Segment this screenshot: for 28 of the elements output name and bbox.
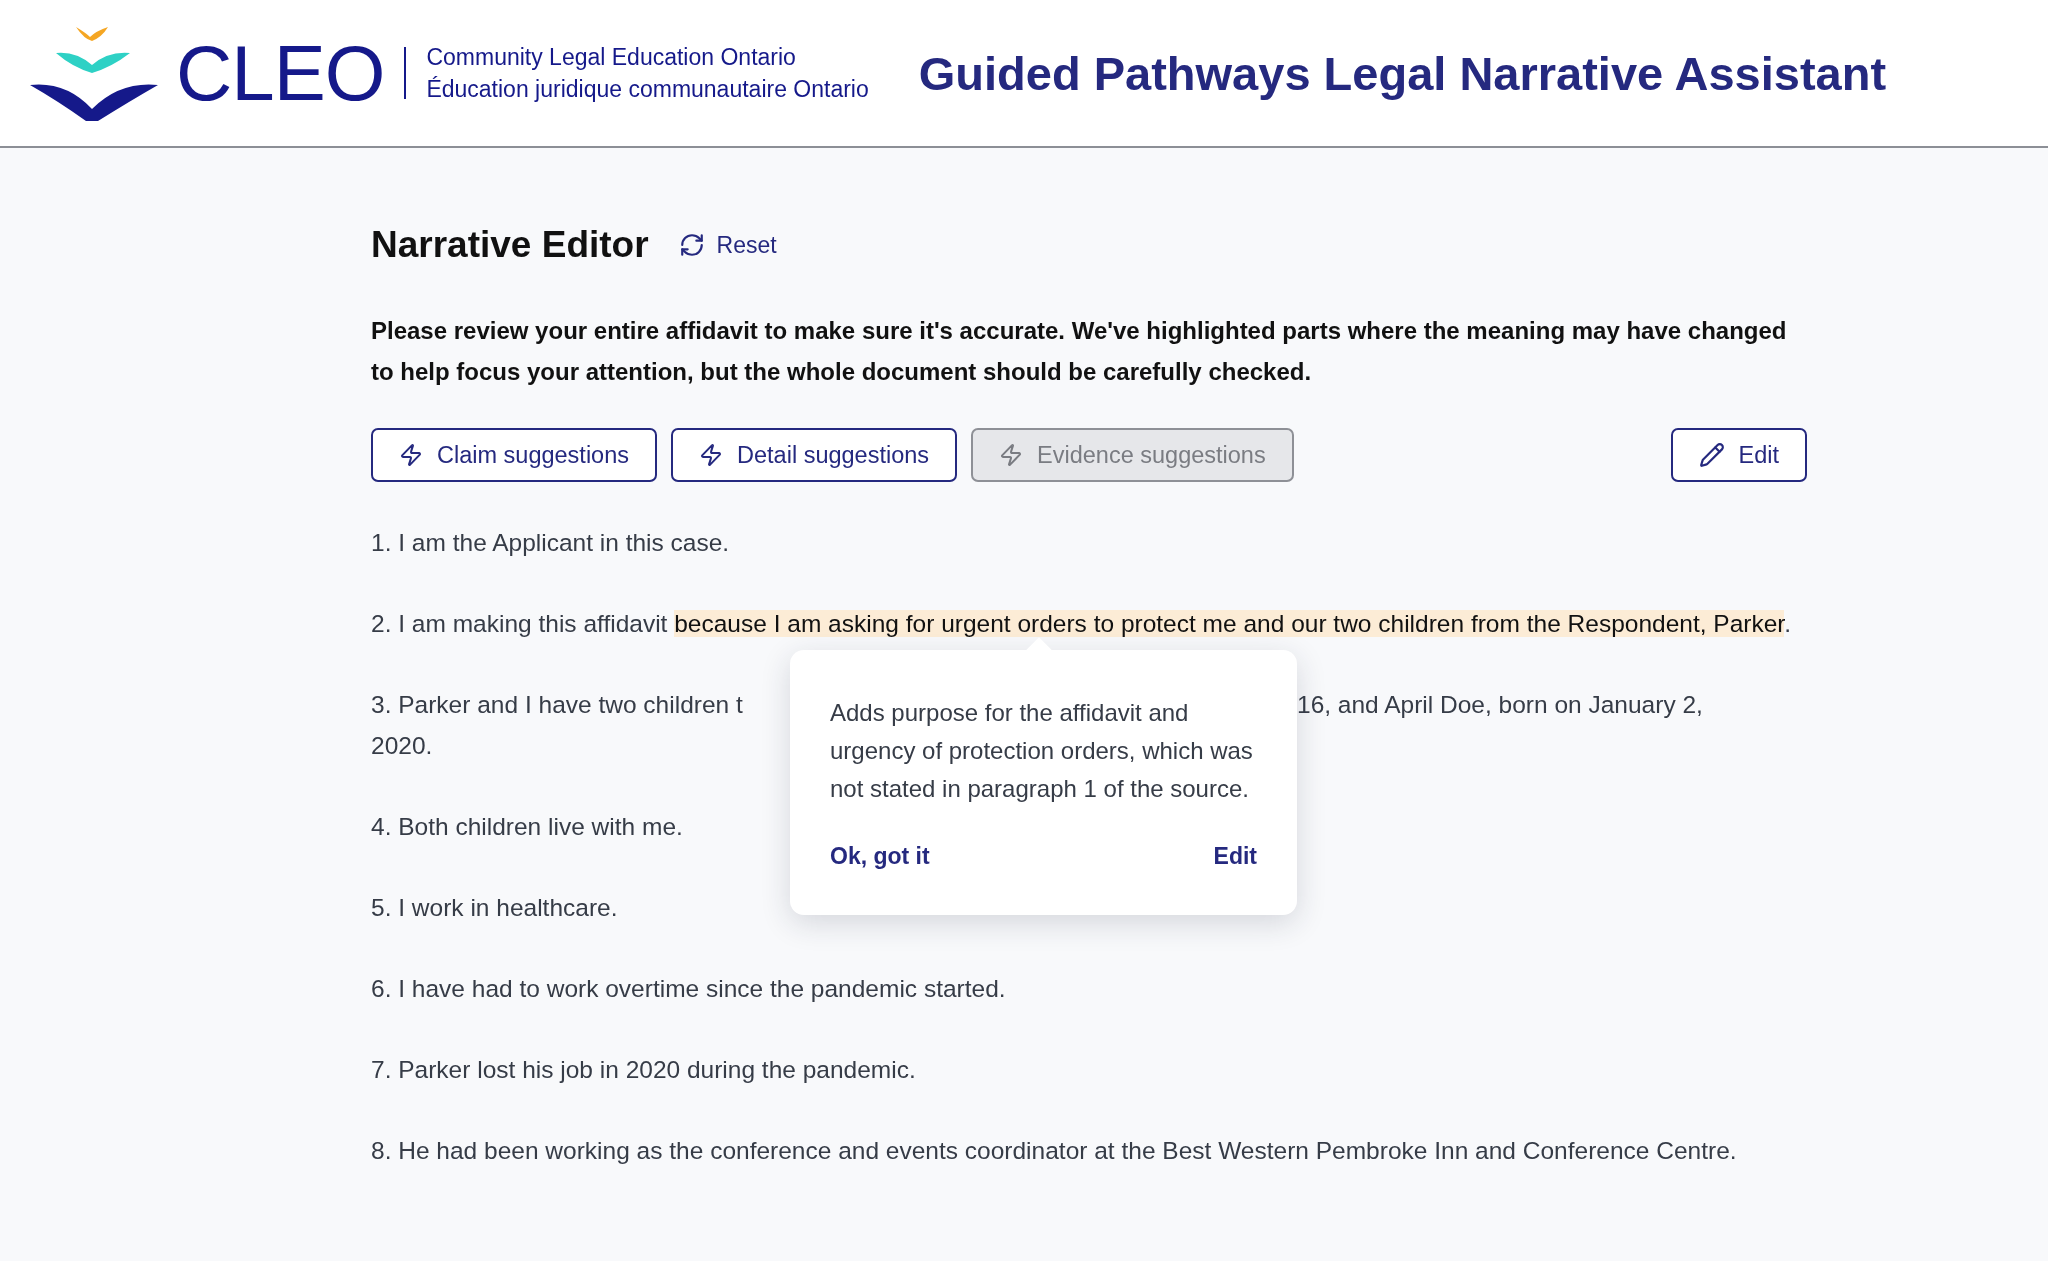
logo-wordmark: CLEO xyxy=(176,34,385,112)
org-name: Éducation juridique communautaire Ontario xyxy=(426,75,869,104)
affidavit-paragraph: 16, and April Doe, born on January 2, xyxy=(1297,690,1703,720)
pencil-icon xyxy=(1698,442,1725,468)
dismiss-button[interactable]: Ok, got it xyxy=(830,836,930,877)
edit-button[interactable]: Edit xyxy=(1670,428,1807,482)
editor-title: Narrative Editor xyxy=(371,224,649,266)
affidavit-paragraph: 2. I am making this affidavit because I am asking for urgent orders to protect me and our two children from the Respondent, Parker. xyxy=(371,610,1791,637)
suggestions-button[interactable]: Claim suggestions xyxy=(371,428,657,482)
affidavit-paragraph: 7. Parker lost his job in 2020 during the pandemic. xyxy=(371,1056,916,1083)
affidavit-paragraph: 8. He had been working as the conference and events coordinator at the Best Western Pembroke Inn and Conference Centre. xyxy=(371,1137,1737,1164)
app-title: Guided Pathways Legal Narrative Assistant xyxy=(918,45,1887,101)
affidavit-paragraph: 2020. xyxy=(371,732,433,759)
affidavit-paragraph: 6. I have had to work overtime since the pandemic started. xyxy=(371,975,1006,1002)
affidavit-paragraph: 3. Parker and I have two children t xyxy=(371,691,743,718)
refresh-icon xyxy=(678,232,705,258)
instructions-text: Please review your entire affidavit to make sure it's accurate. We've highlighted parts where the meaning may have changed to help focus your attention, but the whole document should be carefully checked. xyxy=(371,316,1788,387)
lightning-icon xyxy=(999,443,1024,467)
popover-text: Adds purpose for the affidavit and urgency of protection orders, which was not stated in paragraph 1 of the source. xyxy=(830,698,1254,804)
org-name: Community Legal Education Ontario xyxy=(426,42,797,72)
affidavit-paragraph: 4. Both children live with me. xyxy=(371,813,683,840)
lightning-icon xyxy=(399,443,423,467)
reset-button[interactable]: Reset xyxy=(674,227,781,263)
lightning-icon xyxy=(699,443,723,467)
affidavit-paragraph: 1. I am the Applicant in this case. xyxy=(371,529,730,556)
edit-link[interactable]: Edit xyxy=(1213,836,1257,877)
affidavit-paragraph: 5. I work in healthcare. xyxy=(371,894,618,921)
suggestions-button[interactable]: Detail suggestions xyxy=(671,428,958,482)
